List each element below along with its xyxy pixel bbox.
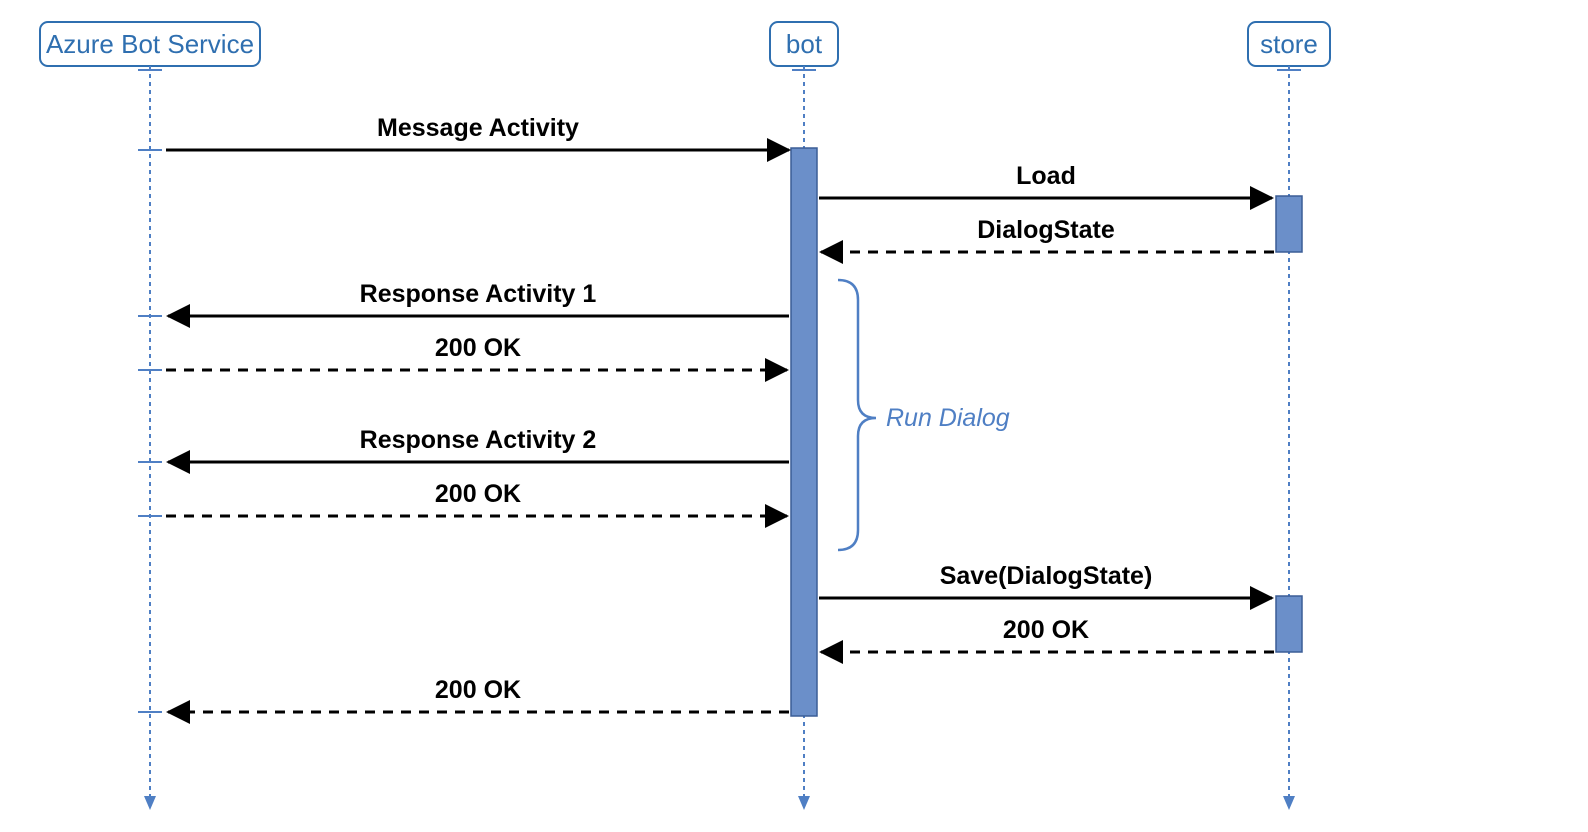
msg-ok-save: 200 OK xyxy=(821,616,1274,652)
svg-text:Save(DialogState): Save(DialogState) xyxy=(940,562,1153,590)
msg-load: Load xyxy=(819,162,1272,198)
msg-save: Save(DialogState) xyxy=(819,562,1272,598)
svg-text:200 OK: 200 OK xyxy=(435,334,521,362)
msg-ok-final: 200 OK xyxy=(168,676,789,712)
svg-text:200 OK: 200 OK xyxy=(435,480,521,508)
sequence-diagram: Azure Bot Service bot store Message Acti… xyxy=(0,0,1588,832)
actor-store: store xyxy=(1248,22,1330,810)
svg-text:200 OK: 200 OK xyxy=(1003,616,1089,644)
msg-response-2: Response Activity 2 xyxy=(168,426,789,462)
actor-azure: Azure Bot Service xyxy=(40,22,260,810)
note-run-dialog: Run Dialog xyxy=(838,280,1010,550)
svg-text:DialogState: DialogState xyxy=(977,216,1115,244)
actor-bot-label: bot xyxy=(786,29,823,59)
activation-store-2 xyxy=(1276,596,1302,652)
msg-ok-2: 200 OK xyxy=(166,480,787,516)
msg-dialogstate: DialogState xyxy=(821,216,1274,252)
svg-text:Message Activity: Message Activity xyxy=(377,114,579,142)
actor-azure-label: Azure Bot Service xyxy=(46,29,254,59)
svg-text:Response Activity 1: Response Activity 1 xyxy=(360,280,597,308)
msg-ok-1: 200 OK xyxy=(166,334,787,370)
actor-store-label: store xyxy=(1260,29,1318,59)
svg-text:Load: Load xyxy=(1016,162,1076,190)
activation-bot xyxy=(791,148,817,716)
svg-text:Response Activity 2: Response Activity 2 xyxy=(360,426,597,454)
svg-text:Run Dialog: Run Dialog xyxy=(886,404,1010,432)
svg-text:200 OK: 200 OK xyxy=(435,676,521,704)
msg-response-1: Response Activity 1 xyxy=(168,280,789,316)
activation-store-1 xyxy=(1276,196,1302,252)
msg-message-activity: Message Activity xyxy=(166,114,789,150)
